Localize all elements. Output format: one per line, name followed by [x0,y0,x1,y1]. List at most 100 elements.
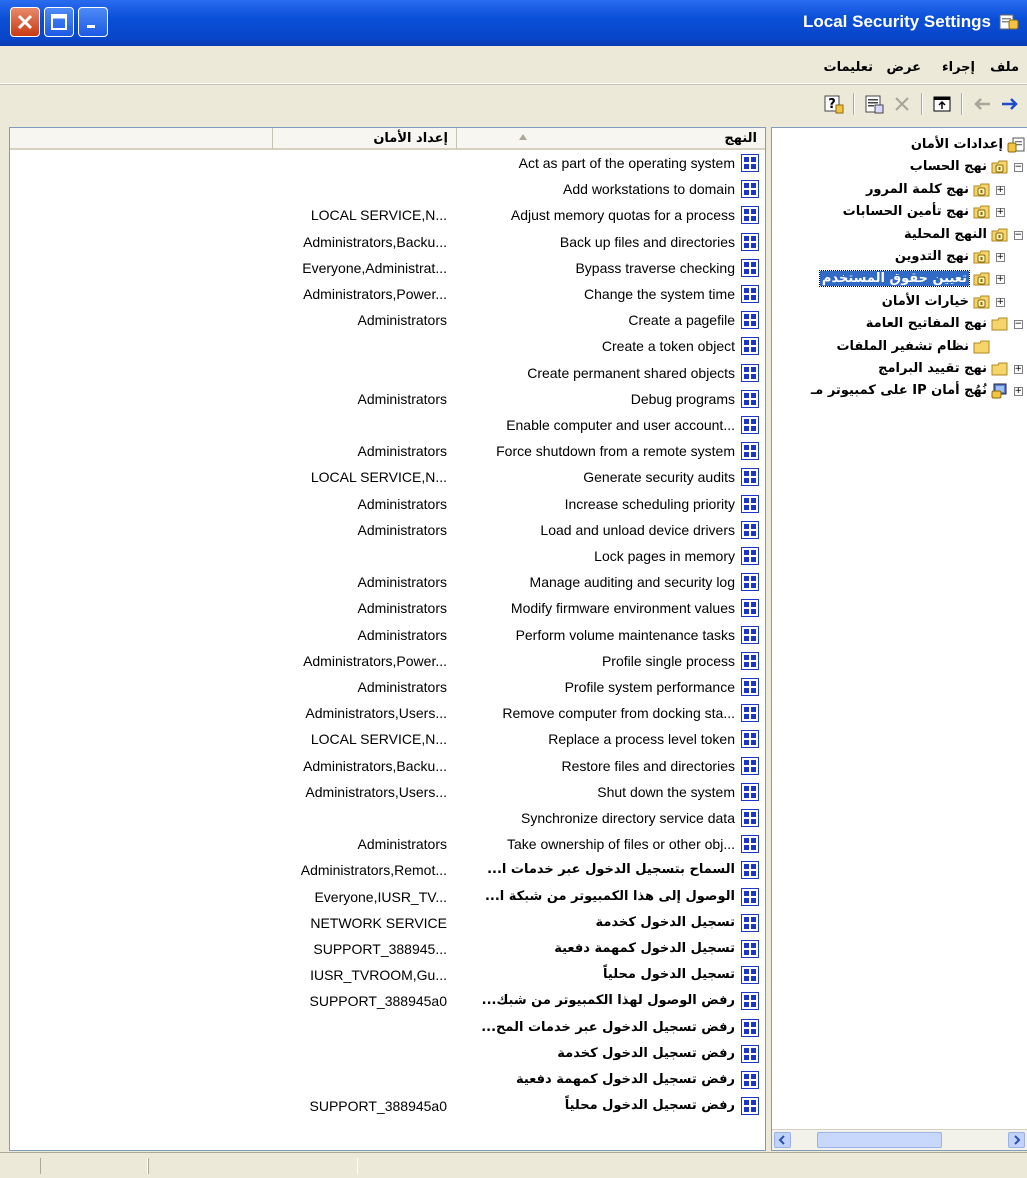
tree-node[interactable]: + تعيين حقوق المستخدم [772,268,1027,292]
policy-row[interactable]: Replace a process level token LOCAL SERVI… [10,726,765,752]
forward-arrow-icon[interactable] [999,93,1021,115]
policy-row[interactable]: Remove computer from docking sta... Admin… [10,700,765,726]
policy-name: Manage auditing and security log [529,574,735,591]
policy-row[interactable]: Add workstations to domain [10,176,765,202]
help-icon[interactable]: ? [823,93,845,115]
column-header-setting[interactable]: إعداد الأمان [272,128,456,150]
tree-node[interactable]: إعدادات الأمان [772,134,1027,158]
user-right-policy-icon [741,678,759,696]
security-setting: Administrators [357,679,447,695]
policy-row[interactable]: Adjust memory quotas for a process LOCAL … [10,202,765,228]
tree-node[interactable]: + نُهُج أمان IP على كمبيوتر مـ [772,380,1027,404]
tree-node-label: نهج تقييد البرامج [878,361,987,376]
menu-help[interactable]: تعليمات [824,60,874,75]
user-right-policy-icon [741,861,759,880]
expand-icon[interactable]: + [1014,387,1023,397]
policy-row[interactable]: السماح بتسجيل الدخول عبر خدمات ا... Admin… [10,857,765,883]
expand-icon[interactable]: + [996,297,1005,307]
policy-row[interactable]: Perform volume maintenance tasks Administ… [10,622,765,648]
scroll-thumb[interactable] [817,1132,942,1148]
policy-row[interactable]: Restore files and directories Administrat… [10,753,765,779]
tree-node[interactable]: − نهج الحساب [772,156,1027,180]
policy-row[interactable]: Profile system performance Administrators [10,674,765,700]
expand-icon[interactable]: + [1014,365,1023,374]
policy-row[interactable]: رفض تسجيل الدخول كخدمة [10,1041,765,1067]
tree-node[interactable]: + نهج كلمة المرور [772,179,1027,203]
tree-node[interactable]: + نهج تأمين الحسابات [772,201,1027,225]
tree-node[interactable]: + نهج تقييد البرامج [772,358,1027,382]
policy-row[interactable]: Manage auditing and security log Administ… [10,569,765,595]
tree-node[interactable]: + خيارات الأمان [772,291,1027,315]
tree-node-label: خيارات الأمان [881,293,969,309]
policy-row[interactable]: رفض تسجيل الدخول عبر خدمات المح... [10,1015,765,1041]
scroll-left-button[interactable] [774,1132,791,1148]
policy-row[interactable]: تسجيل الدخول كمهمة دفعية SUPPORT_388945..… [10,936,765,962]
expand-icon[interactable]: + [996,275,1005,285]
up-one-level-icon[interactable] [931,93,953,115]
policy-folder-icon [991,227,1009,243]
collapse-icon[interactable]: − [1014,320,1023,330]
policy-row[interactable]: Enable computer and user account... [10,412,765,438]
policy-row[interactable]: Modify firmware environment values Admini… [10,595,765,621]
policy-row[interactable]: تسجيل الدخول كخدمة NETWORK SERVICE [10,910,765,936]
maximize-button[interactable] [44,7,74,37]
policy-name: Take ownership of files or other obj... [506,836,735,853]
horizontal-scrollbar[interactable] [772,1129,1027,1150]
policy-row[interactable]: Lock pages in memory [10,543,765,569]
user-right-policy-icon [741,416,759,434]
policy-row[interactable]: رفض الوصول لهذا الكمبيوتر من شبك... SUPPO… [10,988,765,1014]
close-icon [17,14,33,30]
security-setting: NETWORK SERVICE [310,914,447,931]
expand-icon[interactable]: + [996,208,1005,218]
policy-row[interactable]: Force shutdown from a remote system Admin… [10,438,765,464]
policy-row[interactable]: رفض تسجيل الدخول محلياً SUPPORT_388945a0 [10,1093,765,1119]
tree-node[interactable]: + نهج التدوين [772,246,1027,270]
policy-row[interactable]: Take ownership of files or other obj... A… [10,831,765,857]
properties-icon[interactable] [863,93,885,115]
security-setting: Administrators [357,312,447,329]
expand-icon[interactable]: + [996,185,1005,195]
tree-node[interactable]: نظام تشفير الملفات [772,336,1027,360]
tree-node-label: نظام تشفير الملفات [836,338,969,354]
policy-row[interactable]: Back up files and directories Administrat… [10,229,765,255]
tree-node[interactable]: − نهج المفاتيح العامة [772,313,1027,337]
policy-row[interactable]: Create permanent shared objects [10,360,765,386]
policy-row[interactable]: Load and unload device drivers Administra… [10,517,765,543]
policy-name: السماح بتسجيل الدخول عبر خدمات ا... [487,862,735,878]
policy-row[interactable]: رفض تسجيل الدخول كمهمة دفعية [10,1067,765,1093]
policy-row[interactable]: Shut down the system Administrators,Users… [10,779,765,805]
column-header-policy[interactable]: النهج [456,128,765,150]
close-button[interactable] [10,7,40,37]
policy-row[interactable]: Generate security audits LOCAL SERVICE,N.… [10,464,765,490]
policy-row[interactable]: تسجيل الدخول محلياً IUSR_TVROOM,Gu... [10,962,765,988]
user-right-policy-icon [741,651,759,670]
policy-row[interactable]: Act as part of the operating system [10,150,765,176]
security-setting: LOCAL SERVICE,N... [310,207,447,224]
policy-folder-icon [973,182,991,198]
policy-name: تسجيل الدخول كخدمة [595,914,735,930]
policy-row[interactable]: Profile single process Administrators,Pow… [10,648,765,674]
policy-row[interactable]: Change the system time Administrators,Pow… [10,281,765,307]
delete-icon[interactable] [891,93,913,115]
ip-security-icon [991,383,1009,399]
policy-name: Profile system performance [564,679,735,695]
security-setting: Administrators [357,836,447,853]
policy-row[interactable]: Debug programs Administrators [10,386,765,412]
collapse-icon[interactable]: − [1014,163,1023,173]
policy-row[interactable]: Synchronize directory service data [10,805,765,831]
menu-action[interactable]: إجراء [942,60,975,75]
policy-row[interactable]: Bypass traverse checking Everyone,Adminis… [10,255,765,281]
menu-file[interactable]: ملف [990,60,1019,75]
tree-node[interactable]: − النهج المحلية [772,224,1027,248]
collapse-icon[interactable]: − [1014,230,1023,240]
menu-view[interactable]: عرض [887,60,921,75]
policy-row[interactable]: الوصول إلى هذا الكمبيوتر من شبكة ا... Eve… [10,884,765,910]
policy-row[interactable]: Increase scheduling priority Administrato… [10,491,765,517]
back-arrow-icon[interactable] [971,93,993,115]
scroll-right-button[interactable] [1008,1132,1025,1148]
expand-icon[interactable]: + [996,253,1005,262]
minimize-button[interactable] [78,7,108,37]
policy-row[interactable]: Create a pagefile Administrators [10,307,765,333]
policy-row[interactable]: Create a token object [10,333,765,359]
user-right-policy-icon [741,389,759,408]
